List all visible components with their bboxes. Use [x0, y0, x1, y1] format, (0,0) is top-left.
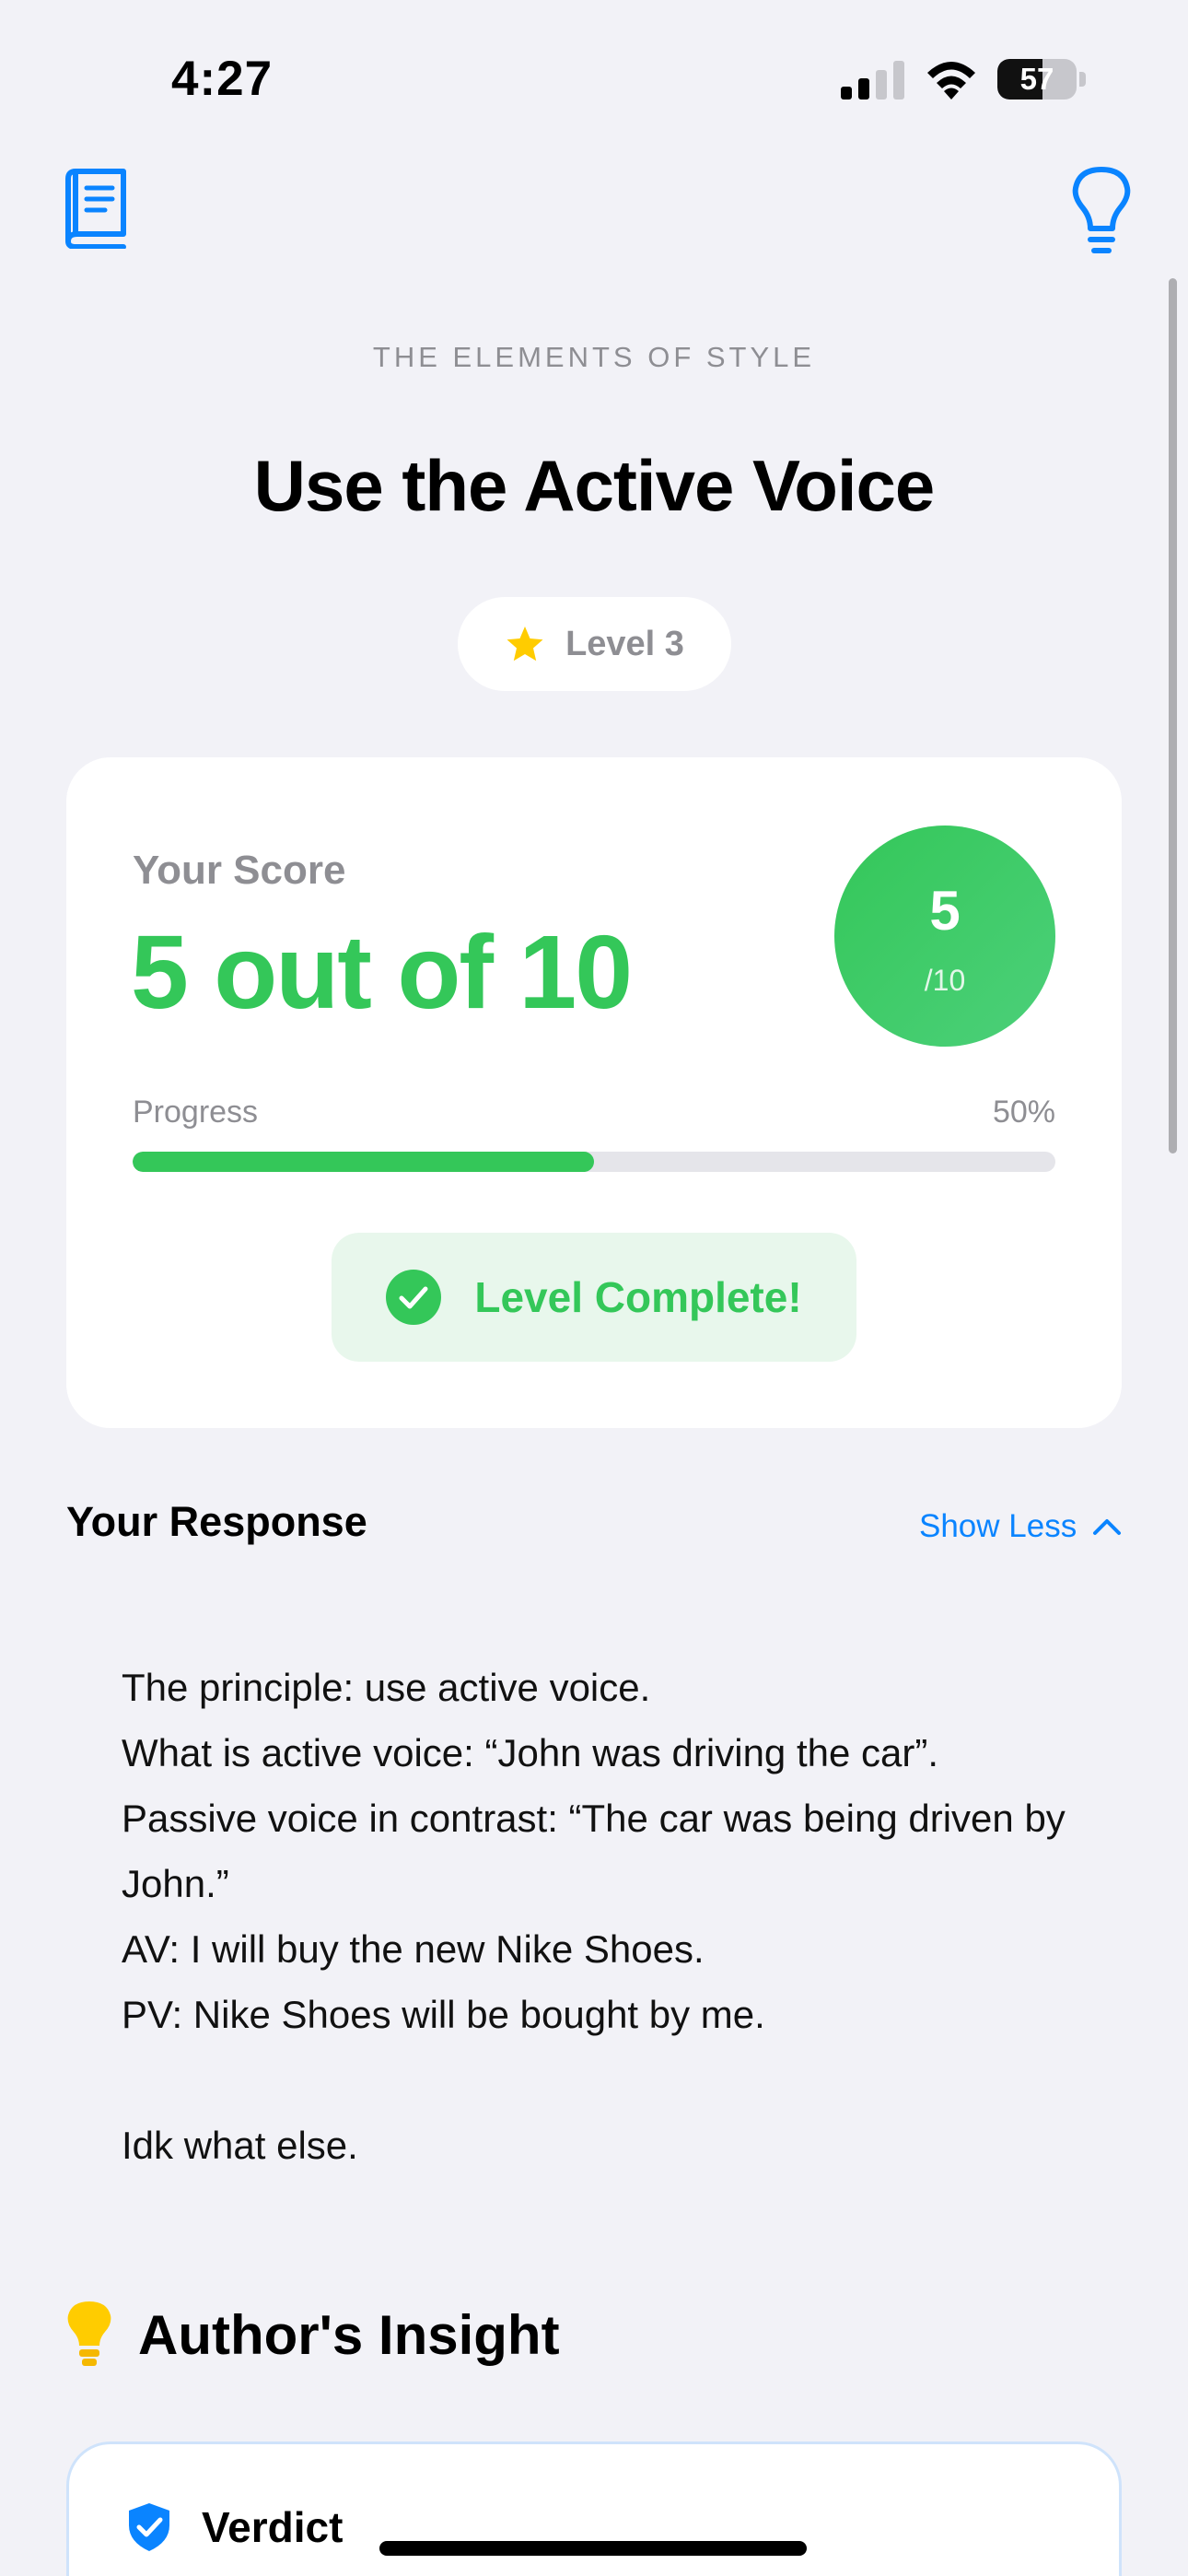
response-line: Idk what else.	[122, 2124, 358, 2167]
status-bar: 4:27 57	[0, 0, 1188, 157]
lightbulb-icon	[67, 2301, 111, 2366]
battery-icon: 57	[997, 59, 1086, 100]
level-label: Level 3	[565, 624, 684, 663]
lightbulb-icon[interactable]	[1068, 166, 1135, 258]
level-complete-badge: Level Complete!	[332, 1233, 856, 1362]
response-line: AV: I will buy the new Nike Shoes.	[122, 1927, 705, 1971]
home-indicator[interactable]	[379, 2541, 807, 2556]
score-card: Your Score 5 out of 10 5 /10 Progress 50…	[66, 757, 1122, 1428]
response-line	[122, 2047, 1079, 2113]
progress-label: Progress	[133, 1095, 259, 1130]
verdict-card: Verdict	[66, 2441, 1122, 2576]
level-complete-label: Level Complete!	[474, 1273, 802, 1321]
progress-bar-fill	[133, 1152, 594, 1172]
show-less-button[interactable]: Show Less	[919, 1504, 1123, 1550]
scroll-indicator[interactable]	[1169, 278, 1177, 1153]
verdict-label: Verdict	[202, 2503, 344, 2551]
book-icon[interactable]	[59, 168, 131, 249]
star-icon	[507, 626, 543, 662]
insight-heading: Author's Insight	[64, 2300, 560, 2370]
show-less-label: Show Less	[919, 1508, 1077, 1544]
score-value: 5 out of 10	[131, 914, 633, 1030]
response-line: What is active voice: “John was driving …	[122, 1731, 939, 1774]
response-text: The principle: use active voice. What is…	[122, 1655, 1079, 2178]
checkmark-circle-icon	[386, 1270, 442, 1325]
score-label: Your Score	[133, 848, 346, 893]
progress-bar	[133, 1152, 1055, 1172]
cellular-signal-icon	[841, 61, 904, 100]
battery-level: 57	[1019, 62, 1054, 96]
response-heading: Your Response	[66, 1498, 367, 1545]
level-badge: Level 3	[458, 597, 731, 691]
response-line: Passive voice in contrast: “The car was …	[122, 1797, 1066, 1905]
score-circle-value: 5	[929, 880, 961, 942]
wifi-icon	[927, 62, 975, 100]
response-line: PV: Nike Shoes will be bought by me.	[122, 1993, 765, 2036]
status-time: 4:27	[171, 52, 274, 106]
score-circle-total: /10	[924, 964, 966, 997]
shield-check-icon	[129, 2503, 169, 2551]
chevron-up-icon	[1093, 1519, 1122, 1535]
score-circle: 5 /10	[834, 825, 1055, 1047]
book-title-eyebrow: THE ELEMENTS OF STYLE	[372, 341, 816, 373]
insight-heading-label: Author's Insight	[138, 2303, 560, 2366]
progress-percent: 50%	[992, 1095, 1055, 1130]
response-line: The principle: use active voice.	[122, 1666, 651, 1709]
page-title: Use the Active Voice	[253, 445, 936, 526]
